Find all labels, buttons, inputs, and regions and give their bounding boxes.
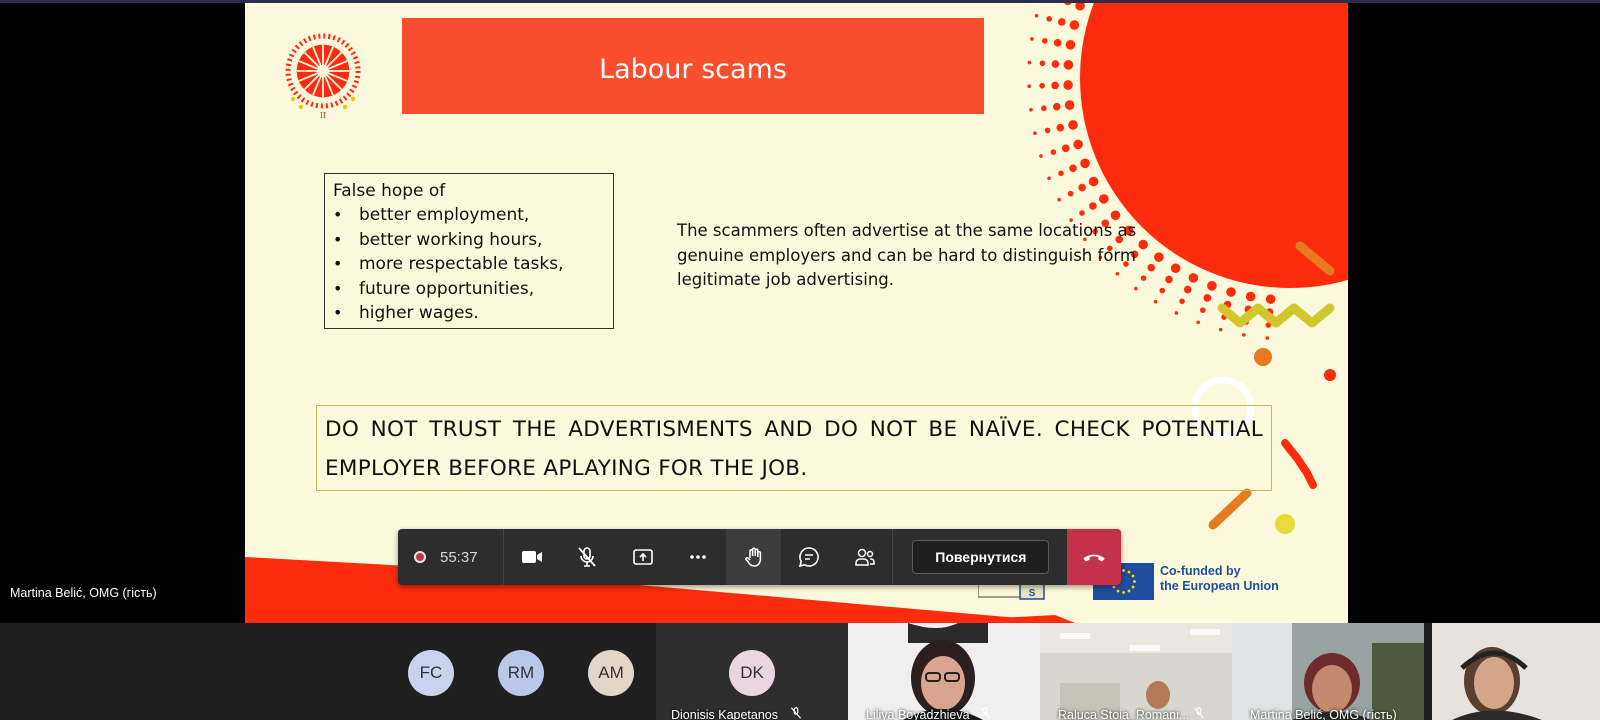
participant-avatar: DK xyxy=(729,650,775,696)
participant-avatar[interactable]: RM xyxy=(498,650,544,696)
participant-name: Raluca Stoia_Romani... xyxy=(1058,708,1190,720)
mic-off-icon xyxy=(979,707,991,719)
participant-name: Martina Belić, OMG (гість) xyxy=(1250,708,1397,720)
avatar-initials: FC xyxy=(419,663,443,682)
participant-video-tile[interactable]: Raluca Stoia_Romani... xyxy=(1040,623,1232,720)
participant-name: Dionisis Kapetanos xyxy=(671,708,779,720)
more-icon xyxy=(690,555,706,559)
participant-name: Liliya Boyadzhieva xyxy=(866,708,970,720)
participant-avatar[interactable]: FC xyxy=(408,650,454,696)
avatar-initials: AM xyxy=(598,663,624,682)
more-button[interactable] xyxy=(670,529,725,585)
mic-off-icon xyxy=(578,547,596,567)
organization-logo-icon: II xyxy=(285,33,361,120)
eu-label-line2: the European Union xyxy=(1160,579,1279,593)
avatar-initials: RM xyxy=(507,663,535,682)
partner-letter: S xyxy=(1029,588,1036,599)
eu-cofunded-label: Co-funded by the European Union xyxy=(1160,564,1330,594)
warning-box: DO NOT TRUST THE ADVERTISMENTS AND DO NO… xyxy=(316,405,1272,491)
svg-text:II: II xyxy=(320,111,326,120)
participant-video-tile[interactable]: Liliya Boyadzhieva xyxy=(848,623,1040,720)
list-item: better working hours, xyxy=(333,228,613,253)
hangup-button[interactable] xyxy=(1067,529,1121,585)
avatar-initials: DK xyxy=(740,663,764,682)
chat-button[interactable] xyxy=(781,529,836,585)
share-icon xyxy=(632,549,653,565)
participant-video-icon xyxy=(1432,623,1600,720)
slide-title: Labour scams xyxy=(599,53,787,85)
meeting-toolbar: 55:37 Повернутися xyxy=(398,529,1121,585)
mic-button[interactable] xyxy=(560,529,615,585)
share-button[interactable] xyxy=(615,529,670,585)
record-icon xyxy=(414,551,426,563)
camera-icon xyxy=(521,551,542,563)
people-icon xyxy=(854,548,875,566)
people-button[interactable] xyxy=(837,529,892,585)
participant-video-icon xyxy=(1232,623,1424,720)
eu-label-line1: Co-funded by xyxy=(1160,564,1241,578)
meeting-timer: 55:37 xyxy=(398,529,503,585)
participant-video-tile[interactable]: Martina Belić, OMG (гість) xyxy=(1232,623,1424,720)
mic-off-icon xyxy=(790,707,802,719)
scam-description: The scammers often advertise at the same… xyxy=(677,221,1137,289)
list-item: higher wages. xyxy=(333,301,613,326)
participant-video-tile[interactable] xyxy=(1432,623,1600,720)
participant-avatar[interactable]: AM xyxy=(588,650,634,696)
list-item: better employment, xyxy=(333,203,613,228)
camera-button[interactable] xyxy=(504,529,559,585)
false-hope-list: better employment, better working hours,… xyxy=(333,203,613,326)
participant-tile[interactable]: DK Dionisis Kapetanos xyxy=(656,623,848,720)
presenter-name: Martina Belić, OMG (гість) xyxy=(10,586,157,600)
false-hope-heading: False hope of xyxy=(333,181,446,201)
timer-text: 55:37 xyxy=(440,548,478,566)
hangup-icon xyxy=(1083,554,1106,562)
leave-wrap: Повернутися xyxy=(893,529,1067,585)
mic-off-icon xyxy=(1193,707,1205,719)
slide-title-banner: Labour scams xyxy=(402,18,984,114)
false-hope-box: False hope of better employment, better … xyxy=(324,173,614,329)
list-item: future opportunities, xyxy=(333,277,613,302)
chat-icon xyxy=(798,547,819,568)
return-button[interactable]: Повернутися xyxy=(912,540,1050,574)
list-item: more respectable tasks, xyxy=(333,252,613,277)
raise-hand-icon xyxy=(744,547,761,567)
participant-video-icon xyxy=(848,623,1040,720)
raise-hand-button[interactable] xyxy=(725,529,782,585)
